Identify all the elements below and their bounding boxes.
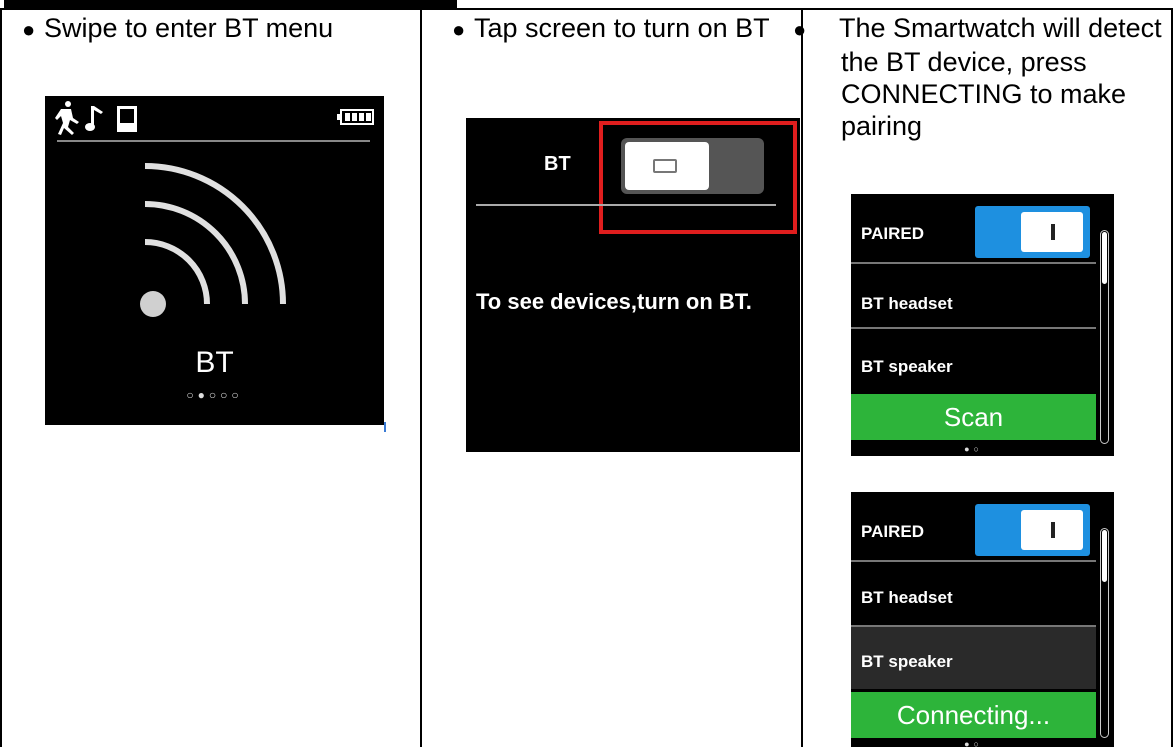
- status-divider: [57, 140, 370, 142]
- column-2-instruction: ● Tap screen to turn on BT: [452, 12, 792, 46]
- scrollbar-thumb[interactable]: [1102, 530, 1107, 582]
- scrollbar[interactable]: [1100, 528, 1109, 738]
- page-indicator: ●○: [964, 739, 983, 747]
- bt-toggle-label: BT: [544, 153, 571, 175]
- status-bar: [55, 101, 374, 135]
- watch-screen-bt-menu[interactable]: BT ○●○○○: [45, 96, 384, 425]
- list-divider: [851, 560, 1096, 562]
- bullet-icon: ●: [452, 17, 466, 42]
- scrollbar-thumb[interactable]: [1102, 232, 1107, 284]
- table-top-border: [0, 8, 1173, 10]
- toggle-knob: [1021, 212, 1083, 252]
- watch-screen-bt-toggle[interactable]: BT To see devices,turn on BT.: [466, 118, 800, 452]
- column-1-text: Swipe to enter BT menu: [44, 13, 334, 43]
- device-bt-headset[interactable]: BT headset: [861, 588, 953, 608]
- wireless-signal-icon: [140, 163, 286, 317]
- scan-button[interactable]: Scan: [851, 394, 1096, 440]
- bullet-icon: ●: [22, 17, 36, 42]
- music-icon: [85, 106, 103, 131]
- paired-label: PAIRED: [861, 224, 924, 243]
- bt-label: BT: [195, 346, 234, 379]
- toggle-on-icon: [1051, 522, 1055, 538]
- page-indicator: ○●○○○: [186, 388, 243, 402]
- list-divider: [851, 262, 1096, 264]
- watch-screen-device-list[interactable]: PAIRED BT headset BT speaker Scan ●○: [851, 194, 1114, 456]
- toggle-on-icon: [1051, 224, 1055, 240]
- bullet-icon: ●: [793, 17, 807, 42]
- scan-artifact: [384, 422, 386, 432]
- battery-icon: [337, 109, 374, 125]
- heading-underline: [4, 0, 457, 8]
- connecting-button[interactable]: Connecting...: [851, 692, 1096, 738]
- page-indicator: ●○: [964, 444, 983, 454]
- column-1-instruction: ● Swipe to enter BT menu: [22, 12, 412, 46]
- column-divider-2: [801, 8, 803, 747]
- device-bt-headset[interactable]: BT headset: [861, 294, 953, 314]
- toggle-divider: [476, 204, 776, 206]
- watch-icon: [117, 106, 137, 132]
- device-bt-speaker[interactable]: BT speaker: [861, 357, 953, 377]
- column-3-instruction: ● The Smartwatch will detect the BT devic…: [793, 12, 1167, 142]
- paired-toggle-switch[interactable]: [975, 206, 1090, 258]
- column-2-text: Tap screen to turn on BT: [474, 13, 770, 43]
- tap-highlight-box: [599, 121, 797, 234]
- scrollbar[interactable]: [1100, 230, 1109, 444]
- paired-toggle-switch[interactable]: [975, 504, 1090, 556]
- watch-screen-connecting[interactable]: PAIRED BT headset BT speaker Connecting.…: [851, 492, 1114, 747]
- running-icon: [55, 101, 79, 135]
- bt-off-message: To see devices,turn on BT.: [476, 289, 752, 314]
- column-3-text: The Smartwatch will detect the BT device…: [839, 13, 1162, 141]
- list-divider: [851, 327, 1096, 329]
- column-divider-1: [420, 8, 422, 747]
- table-left-border: [0, 8, 2, 747]
- toggle-knob: [1021, 510, 1083, 550]
- device-bt-speaker-selected[interactable]: BT speaker: [861, 652, 953, 672]
- paired-label: PAIRED: [861, 522, 924, 541]
